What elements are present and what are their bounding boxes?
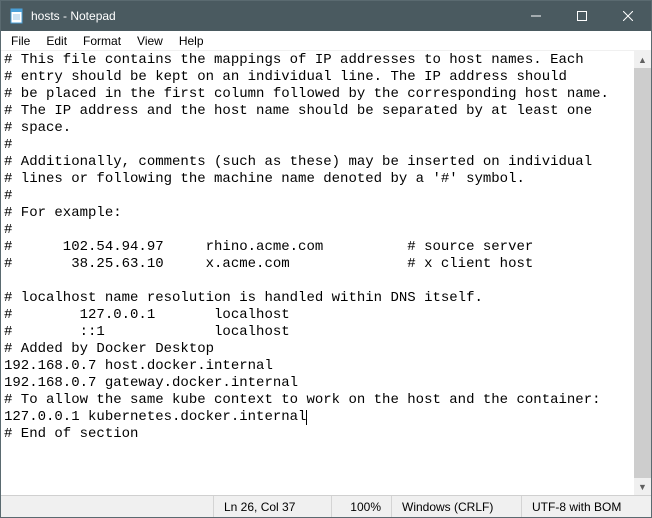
editor-wrap: # This file contains the mappings of IP … — [1, 51, 651, 495]
close-button[interactable] — [605, 1, 651, 31]
status-position: Ln 26, Col 37 — [213, 496, 331, 517]
titlebar: hosts - Notepad — [1, 1, 651, 31]
window-title: hosts - Notepad — [31, 9, 513, 23]
scroll-up-arrow-icon[interactable]: ▲ — [634, 51, 651, 68]
status-spacer — [1, 496, 213, 517]
status-line-ending: Windows (CRLF) — [391, 496, 521, 517]
scroll-down-arrow-icon[interactable]: ▼ — [634, 478, 651, 495]
scroll-thumb[interactable] — [634, 68, 651, 478]
text-editor[interactable]: # This file contains the mappings of IP … — [1, 51, 634, 495]
notepad-icon — [9, 8, 25, 24]
scroll-track[interactable] — [634, 68, 651, 478]
window-controls — [513, 1, 651, 31]
status-encoding: UTF-8 with BOM — [521, 496, 651, 517]
menu-help[interactable]: Help — [171, 32, 212, 50]
status-zoom: 100% — [331, 496, 391, 517]
maximize-button[interactable] — [559, 1, 605, 31]
menubar: File Edit Format View Help — [1, 31, 651, 51]
vertical-scrollbar[interactable]: ▲ ▼ — [634, 51, 651, 495]
menu-file[interactable]: File — [3, 32, 38, 50]
statusbar: Ln 26, Col 37 100% Windows (CRLF) UTF-8 … — [1, 495, 651, 517]
menu-format[interactable]: Format — [75, 32, 129, 50]
minimize-button[interactable] — [513, 1, 559, 31]
menu-edit[interactable]: Edit — [38, 32, 75, 50]
menu-view[interactable]: View — [129, 32, 171, 50]
